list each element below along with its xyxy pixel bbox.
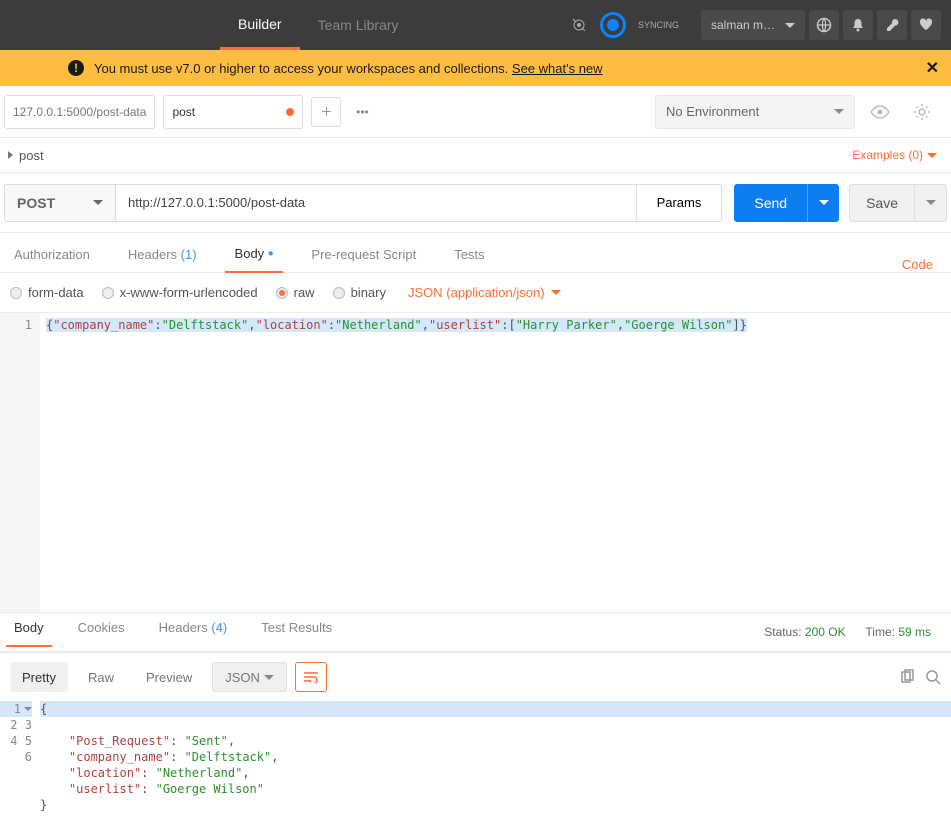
sync-spinner-icon [600, 12, 626, 38]
active-dot-icon: • [268, 246, 274, 263]
code-link[interactable]: Code [902, 257, 947, 272]
chevron-down-icon [819, 200, 829, 205]
search-icon[interactable] [925, 669, 941, 685]
chevron-down-icon [834, 109, 844, 114]
view-preview[interactable]: Preview [134, 662, 204, 692]
user-menu[interactable]: salman m… [701, 10, 805, 40]
environment-select[interactable]: No Environment [655, 95, 855, 129]
chevron-down-icon [926, 200, 936, 205]
radio-form-data[interactable]: form-data [10, 285, 84, 300]
response-meta: Status: 200 OK Time: 59 ms [764, 625, 945, 639]
request-row: POST Params Send Save [0, 173, 951, 233]
params-button[interactable]: Params [636, 184, 723, 222]
banner-link[interactable]: See what's new [512, 61, 603, 76]
request-tabs-bar: 127.0.0.1:5000/post-data post ＋ ••• No E… [0, 86, 951, 138]
radio-binary[interactable]: binary [333, 285, 386, 300]
chevron-down-icon [264, 675, 274, 680]
send-button[interactable]: Send [734, 184, 807, 222]
tab-headers[interactable]: Headers (1) [118, 247, 207, 272]
lang-select[interactable]: JSON [212, 662, 286, 692]
request-gutter: 1 [0, 313, 40, 612]
heart-icon[interactable] [911, 10, 941, 40]
wrench-icon[interactable] [877, 10, 907, 40]
banner-close[interactable]: ✕ [926, 58, 939, 78]
bell-icon[interactable] [843, 10, 873, 40]
sync-status: SYNCING [638, 20, 679, 30]
request-body-editor[interactable]: {"company_name":"Delftstack","location":… [40, 313, 951, 612]
banner-text: You must use v7.0 or higher to access yo… [94, 61, 603, 76]
chevron-down-icon [93, 200, 103, 205]
fold-icon[interactable] [24, 707, 32, 711]
triangle-right-icon [8, 151, 13, 159]
chevron-down-icon [551, 290, 561, 295]
resp-tab-testresults[interactable]: Test Results [253, 620, 340, 645]
new-tab-button[interactable]: ＋ [311, 97, 341, 127]
content-type-select[interactable]: JSON (application/json) [408, 285, 561, 300]
upgrade-banner: ! You must use v7.0 or higher to access … [0, 50, 951, 86]
view-raw[interactable]: Raw [76, 662, 126, 692]
line-wrap-button[interactable] [295, 662, 327, 692]
chevron-down-icon [927, 153, 937, 158]
tab-builder[interactable]: Builder [220, 0, 300, 50]
breadcrumb: post [0, 138, 52, 172]
tab-body[interactable]: Body • [225, 246, 284, 273]
tab-authorization[interactable]: Authorization [4, 247, 100, 272]
examples-dropdown[interactable]: Examples (0) [852, 138, 951, 172]
environment-gear-button[interactable] [905, 95, 939, 129]
resp-tab-headers[interactable]: Headers (4) [151, 620, 236, 645]
tab-options-button[interactable]: ••• [347, 97, 377, 127]
resp-tab-cookies[interactable]: Cookies [70, 620, 133, 645]
user-name: salman m… [711, 18, 775, 32]
send-options[interactable] [807, 184, 839, 222]
app-header: Builder Team Library SYNCING salman m… [0, 0, 951, 50]
alert-icon: ! [68, 60, 84, 76]
response-body-viewer[interactable]: { "Post_Request": "Sent", "company_name"… [40, 701, 951, 813]
save-options[interactable] [915, 184, 947, 222]
tab-prerequest[interactable]: Pre-request Script [301, 247, 426, 272]
response-gutter: 1 2 3 4 5 6 [0, 701, 40, 813]
url-input[interactable] [116, 184, 636, 222]
tab-tests[interactable]: Tests [444, 247, 494, 272]
http-method-select[interactable]: POST [4, 184, 116, 222]
chevron-down-icon [785, 23, 795, 28]
save-button[interactable]: Save [849, 184, 915, 222]
satellite-icon[interactable] [570, 16, 588, 34]
tab-team-library[interactable]: Team Library [300, 0, 417, 50]
request-tab-1[interactable]: 127.0.0.1:5000/post-data [4, 95, 155, 129]
radio-raw[interactable]: raw [276, 285, 315, 300]
radio-urlencoded[interactable]: x-www-form-urlencoded [102, 285, 258, 300]
environment-eye-button[interactable] [863, 95, 897, 129]
unsaved-indicator-icon [286, 108, 294, 116]
resp-tab-body[interactable]: Body [6, 620, 52, 647]
request-tab-2[interactable]: post [163, 95, 303, 129]
view-pretty[interactable]: Pretty [10, 662, 68, 692]
globe-icon[interactable] [809, 10, 839, 40]
copy-icon[interactable] [899, 669, 915, 685]
